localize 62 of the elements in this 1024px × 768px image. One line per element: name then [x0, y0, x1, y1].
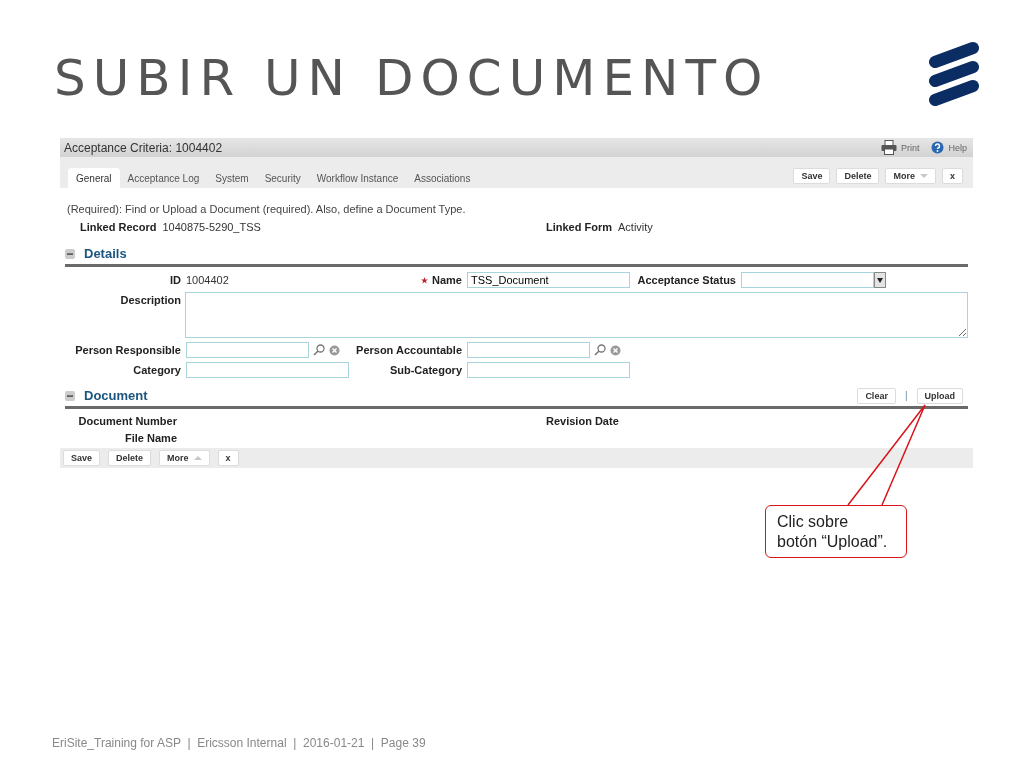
header-link[interactable]: Print: [900, 142, 920, 153]
caret-icon: [193, 456, 202, 460]
input-field[interactable]: [467, 362, 630, 378]
clear-icon[interactable]: [610, 344, 621, 356]
slide-title: SUBIR UN DOCUMENTO: [54, 50, 770, 106]
instruction-text: (Required): Find or Upload a Document (required). Also, define a Document Type.: [67, 203, 467, 215]
tab[interactable]: Security: [256, 168, 309, 188]
field-label: Linked Record: [80, 221, 157, 233]
select-field[interactable]: [741, 272, 874, 288]
separator-text: |: [904, 390, 908, 401]
action-button[interactable]: x: [217, 450, 239, 466]
collapse-icon[interactable]: [65, 390, 75, 401]
action-button[interactable]: Save: [793, 167, 831, 184]
caret-icon: [877, 277, 883, 283]
input-field[interactable]: [467, 342, 590, 358]
collapse-icon[interactable]: [65, 248, 75, 259]
field-label: Description: [120, 294, 181, 306]
tab[interactable]: Associations: [406, 168, 479, 188]
tab[interactable]: General: [68, 168, 120, 188]
input-field[interactable]: [186, 342, 309, 358]
input-field[interactable]: [186, 362, 349, 378]
record-title: Acceptance Criteria: 1004402: [64, 140, 224, 155]
field-label: Sub-Category: [389, 364, 462, 376]
action-button[interactable]: Delete: [108, 450, 152, 466]
search-icon[interactable]: [594, 344, 606, 356]
help-icon[interactable]: [931, 141, 945, 154]
action-button[interactable]: Save: [63, 450, 101, 466]
field-value: 1040875-5290_TSS: [162, 221, 261, 233]
action-button[interactable]: More: [885, 167, 936, 184]
header-link[interactable]: Help: [948, 142, 967, 153]
field-label: Document Number: [77, 415, 177, 427]
field-label: Revision Date: [546, 415, 620, 427]
action-button[interactable]: More: [159, 450, 210, 466]
field-label: Linked Form: [546, 221, 612, 233]
input-field[interactable]: TSS_Document: [467, 272, 630, 288]
field-label: File Name: [124, 432, 177, 444]
field-label: ID: [170, 274, 181, 286]
action-button[interactable]: Clear: [857, 387, 896, 404]
callout-text: Clic sobre botón “Upload”.: [765, 505, 907, 558]
slide-footer: EriSite_Training for ASP | Ericsson Internal | 2016-01-21 | Page 39: [52, 736, 426, 750]
printer-icon[interactable]: [880, 140, 897, 155]
field-label: Person Responsible: [75, 344, 181, 356]
field-value: Activity: [618, 221, 653, 233]
field-label: Acceptance Status: [637, 274, 736, 286]
tab[interactable]: Acceptance Log: [119, 168, 208, 188]
tab[interactable]: Workflow Instance: [308, 168, 407, 188]
search-icon[interactable]: [313, 344, 325, 356]
caret-icon: [920, 173, 928, 178]
action-button[interactable]: x: [942, 167, 963, 184]
field-label: Category: [133, 364, 181, 376]
tab[interactable]: System: [207, 168, 257, 188]
action-button[interactable]: Upload: [916, 387, 963, 404]
description-field[interactable]: [185, 292, 968, 338]
section-title: Details: [84, 246, 127, 261]
clear-icon[interactable]: [329, 344, 340, 356]
logo-icon: [928, 40, 980, 106]
action-button[interactable]: Delete: [836, 167, 880, 184]
field-value: 1004402: [186, 274, 229, 286]
field-label: Name: [432, 274, 462, 286]
field-label: Person Accountable: [356, 344, 462, 356]
dropdown-button[interactable]: [874, 272, 886, 288]
section-title: Document: [84, 388, 148, 403]
